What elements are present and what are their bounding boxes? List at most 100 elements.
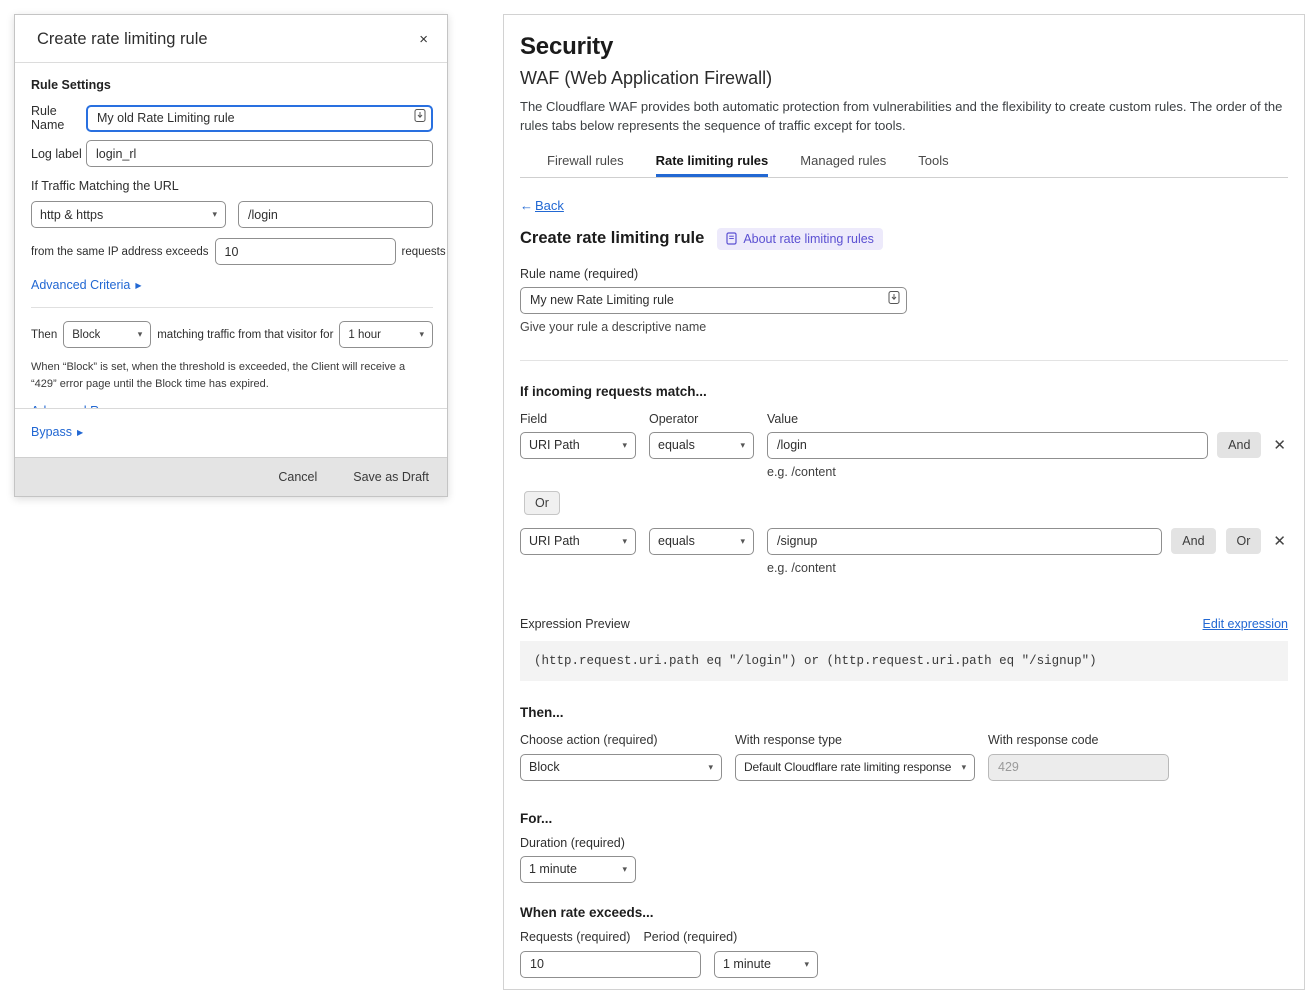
value-input[interactable] [767,432,1208,459]
save-as-draft-button[interactable]: Save as Draft [353,470,429,484]
requests-input[interactable] [520,951,701,978]
rule-name-input[interactable] [520,287,907,314]
log-label-row: Log label [31,140,433,167]
condition-column-labels: Field Operator Value [520,412,1288,426]
block-duration-select[interactable]: 1 hour ▾ [339,321,433,348]
then-label: Then [31,329,57,341]
exceeds-prefix-text: from the same IP address exceeds [31,246,209,258]
scheme-row: http & https ▾ [31,201,433,228]
chevron-down-icon: ▾ [622,864,627,875]
chevron-right-icon: ▶ [77,428,83,437]
value-input-wrap [767,432,1208,459]
log-label-input[interactable] [86,140,433,167]
requests-input[interactable] [215,238,396,265]
then-column-labels: Choose action (required) With response t… [520,733,1288,747]
back-arrow-icon: ← [520,198,533,213]
rule-name-label: Rule Name [31,104,86,132]
condition-row: URI Path ▾ equals ▾ And Or ✕ [520,528,1288,555]
rate-column-labels: Requests (required) Period (required) [520,930,1288,944]
bypass-link[interactable]: Bypass ▶ [31,425,83,439]
or-connector-button[interactable]: Or [524,491,560,515]
field-select[interactable]: URI Path ▾ [520,528,636,555]
edit-expression-link[interactable]: Edit expression [1203,617,1288,631]
then-suffix-text: matching traffic from that visitor for [157,329,333,341]
modal-body: Rule Settings Rule Name Log label If Tra… [15,63,447,408]
log-label-input-wrap [86,140,433,167]
chevron-down-icon: ▾ [622,536,627,547]
rule-name-row: Rule Name [31,104,433,132]
scheme-select[interactable]: http & https ▾ [31,201,226,228]
tab-tools[interactable]: Tools [918,153,948,177]
chevron-down-icon: ▾ [212,209,217,220]
expression-preview-label: Expression Preview [520,617,630,631]
duration-select[interactable]: 1 minute ▾ [520,856,636,883]
row-actions: And ✕ [1217,432,1288,458]
form-heading: Create rate limiting rule [520,229,704,248]
remove-condition-icon[interactable]: ✕ [1271,438,1288,453]
match-heading: If incoming requests match... [520,384,1288,399]
chevron-down-icon: ▾ [138,329,143,340]
action-select[interactable]: Block ▾ [63,321,151,348]
period-select[interactable]: 1 minute ▾ [714,951,818,978]
tab-managed-rules[interactable]: Managed rules [800,153,886,177]
rule-settings-heading: Rule Settings [31,78,433,92]
chevron-down-icon: ▾ [740,440,745,451]
expression-preview: (http.request.uri.path eq "/login") or (… [520,641,1288,681]
value-example-help: e.g. /content [767,465,1288,479]
chevron-down-icon: ▾ [804,959,809,970]
rule-name-input-wrap [86,105,433,132]
cancel-button[interactable]: Cancel [278,470,317,484]
about-rate-limiting-badge[interactable]: About rate limiting rules [717,228,883,250]
back-link[interactable]: ← Back [520,198,564,213]
chevron-down-icon: ▾ [740,536,745,547]
log-label-label: Log label [31,147,86,161]
operator-select[interactable]: equals ▾ [649,528,754,555]
block-note: When “Block” is set, when the threshold … [31,359,433,392]
tab-rate-limiting-rules[interactable]: Rate limiting rules [656,153,769,177]
advanced-criteria-link[interactable]: Advanced Criteria ▶ [31,278,142,292]
traffic-match-label: If Traffic Matching the URL [31,179,433,193]
page-subtitle: WAF (Web Application Firewall) [520,68,1288,89]
then-controls-row: Block ▾ Default Cloudflare rate limiting… [520,754,1288,781]
response-type-select[interactable]: Default Cloudflare rate limiting respons… [735,754,975,781]
page-title: Security [520,33,1288,61]
modal-divider [31,307,433,308]
modal-header: Create rate limiting rule × [15,15,447,63]
url-input[interactable] [238,201,433,228]
chevron-down-icon: ▾ [419,329,424,340]
operator-select[interactable]: equals ▾ [649,432,754,459]
tab-firewall-rules[interactable]: Firewall rules [547,153,624,177]
choose-action-select[interactable]: Block ▾ [520,754,722,781]
rate-heading: When rate exceeds... [520,905,1288,920]
remove-condition-icon[interactable]: ✕ [1271,534,1288,549]
modal-title: Create rate limiting rule [37,30,208,49]
chevron-down-icon: ▾ [962,762,966,773]
value-input[interactable] [767,528,1162,555]
close-icon[interactable]: × [419,31,428,48]
document-icon [726,232,737,245]
bypass-section: Bypass ▶ [15,408,447,457]
then-row: Then Block ▾ matching traffic from that … [31,321,433,348]
and-button[interactable]: And [1171,528,1215,554]
response-code-input [988,754,1169,781]
and-button[interactable]: And [1217,432,1261,458]
chevron-down-icon: ▾ [622,440,627,451]
value-input-wrap [767,528,1162,555]
paste-icon [888,291,900,310]
chevron-down-icon: ▾ [708,762,713,773]
rule-name-input-wrap [520,287,907,314]
or-button[interactable]: Or [1226,528,1262,554]
value-example-help: e.g. /content [767,561,1288,575]
create-rate-limiting-rule-modal: Create rate limiting rule × Rule Setting… [14,14,448,497]
section-divider [520,360,1288,361]
security-waf-panel: Security WAF (Web Application Firewall) … [503,14,1305,990]
for-heading: For... [520,811,1288,826]
rule-name-input[interactable] [86,105,433,132]
then-heading: Then... [520,705,1288,720]
field-select[interactable]: URI Path ▾ [520,432,636,459]
waf-tabs: Firewall rules Rate limiting rules Manag… [520,153,1288,178]
row-actions: And Or ✕ [1171,528,1288,554]
condition-row: URI Path ▾ equals ▾ And ✕ [520,432,1288,459]
duration-label: Duration (required) [520,836,1288,850]
page-description: The Cloudflare WAF provides both automat… [520,98,1288,136]
